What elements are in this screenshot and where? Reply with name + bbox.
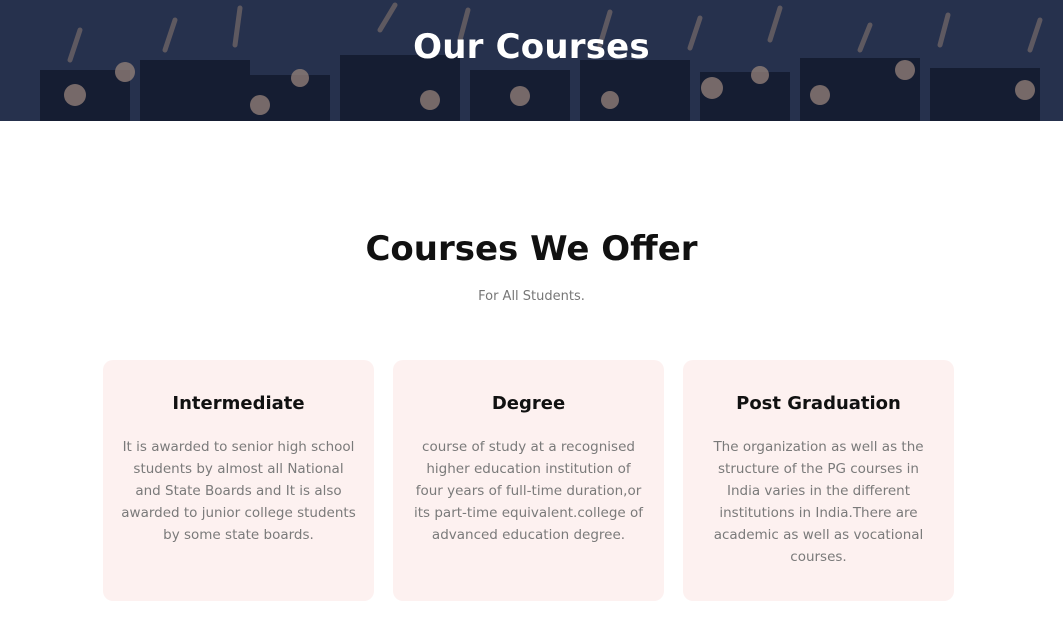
courses-section: Courses We Offer For All Students. Inter… [0,121,1063,620]
course-card-title: Intermediate [172,393,305,414]
course-card-title: Degree [491,393,566,414]
course-card-intermediate: Intermediate It is awarded to senior hig… [103,360,374,601]
hero-title: Our Courses [413,27,650,67]
course-card-description: course of study at a recognised higher e… [413,439,644,543]
course-card-title: Post Graduation [736,393,901,414]
course-card-description: It is awarded to senior high school stud… [121,439,356,543]
section-subtitle: For All Students. [478,289,585,304]
course-card-degree: Degree course of study at a recognised h… [393,360,664,601]
section-title: Courses We Offer [365,229,698,269]
hero-banner: Our Courses [0,0,1063,121]
course-card-description: The organization as well as the structur… [713,439,924,565]
course-card-post-graduation: Post Graduation The organization as well… [683,360,954,601]
